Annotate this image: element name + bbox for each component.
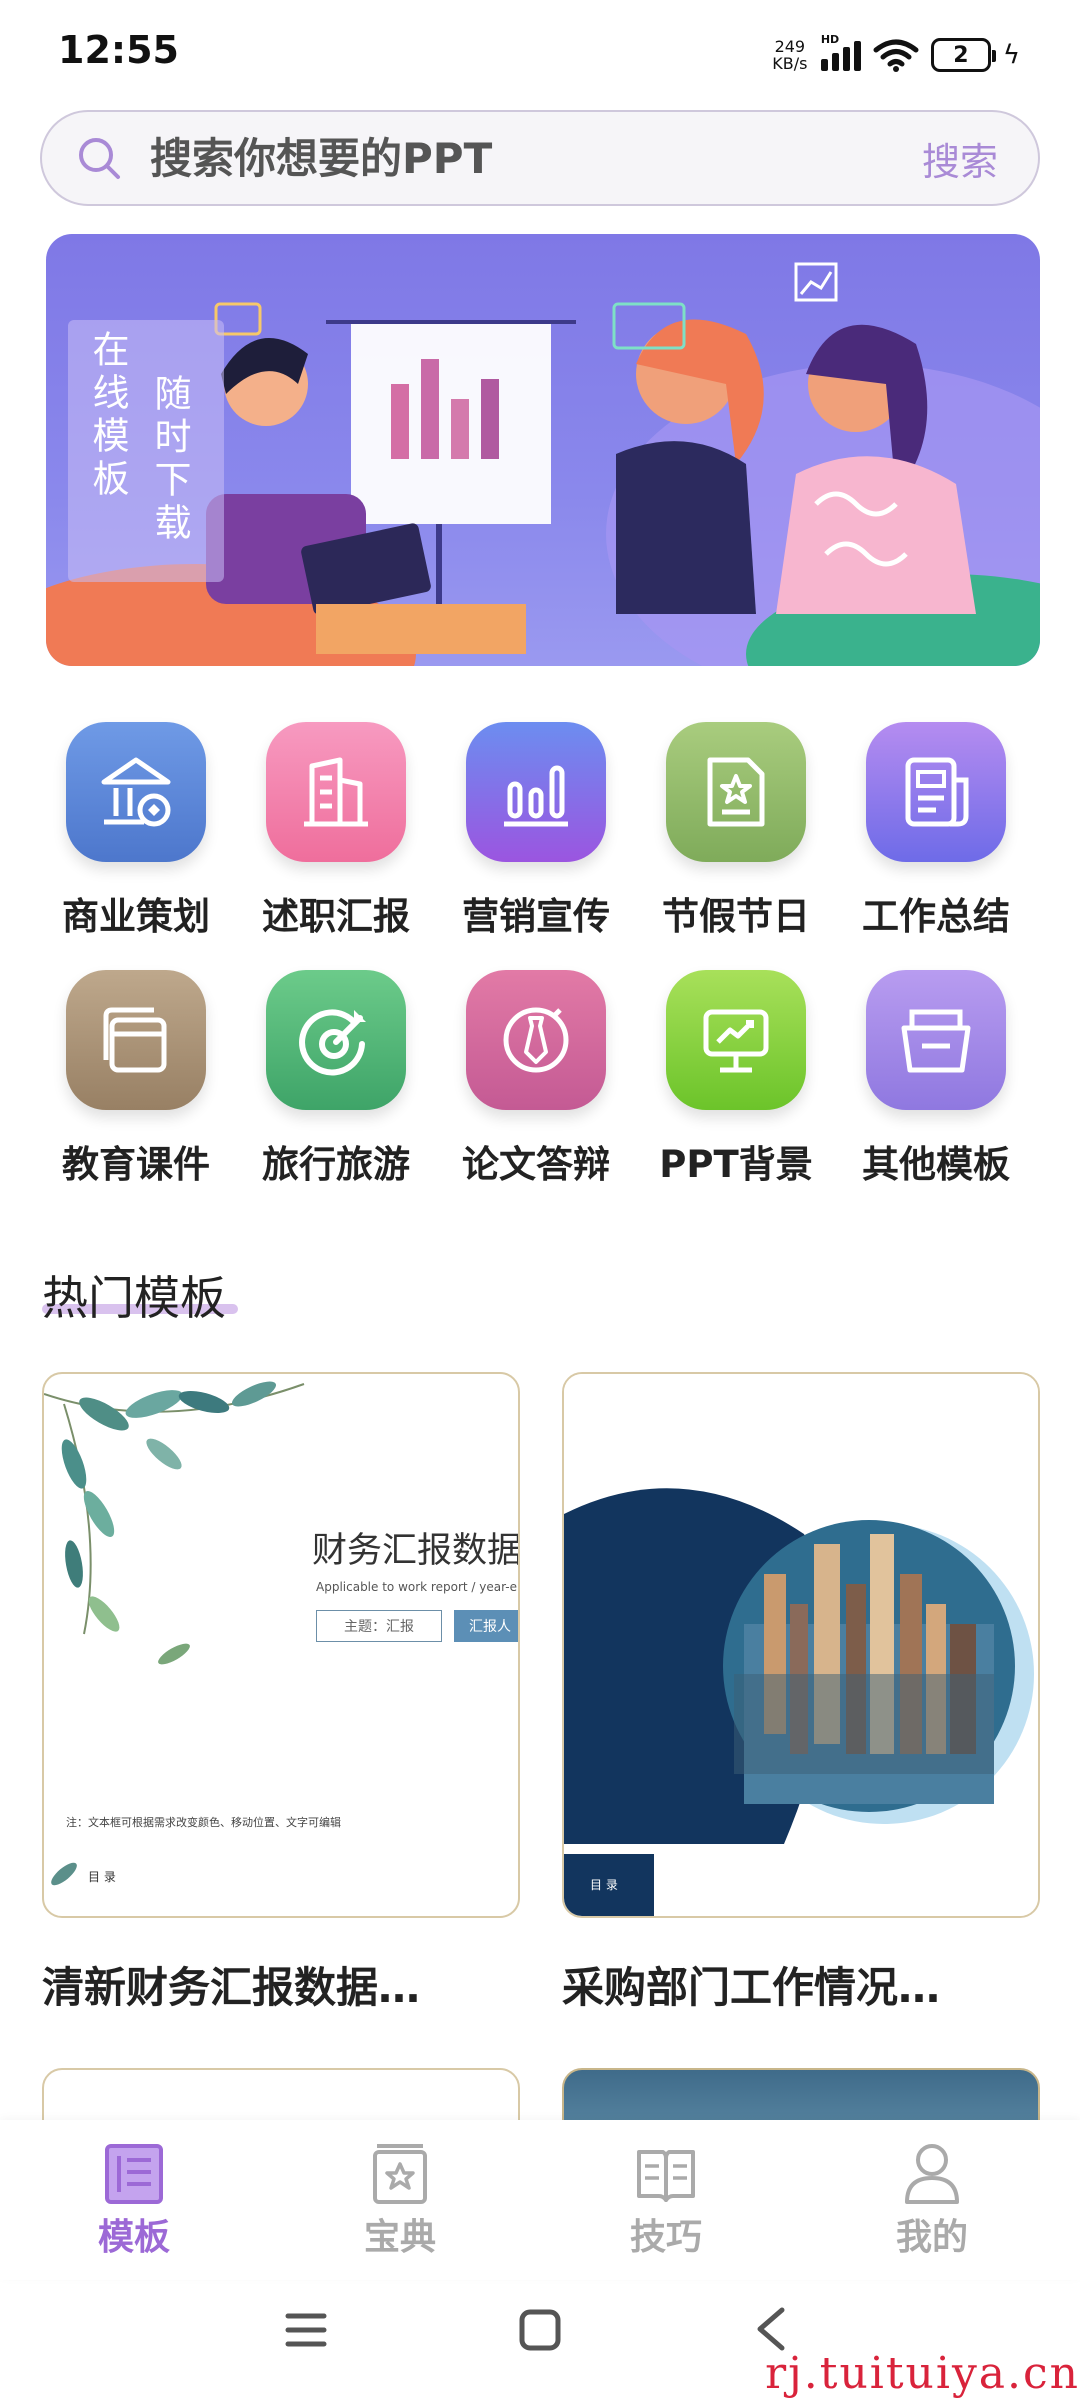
template-thumb-toc: 目 录 xyxy=(88,1870,116,1884)
nav-label: 技巧 xyxy=(629,2217,702,2258)
nav-tab-handbook[interactable]: 宝典 xyxy=(330,2140,470,2260)
template-thumb-title: 财务汇报数据 xyxy=(312,1531,520,1571)
tie-icon xyxy=(466,970,606,1110)
star-document-icon xyxy=(666,722,806,862)
template-thumb-reporter: 汇报人 xyxy=(454,1610,518,1642)
template-thumb-note: 注：文本框可根据需求改变颜色、移动位置、文字可编辑 xyxy=(66,1816,341,1829)
network-speed-value: 249 xyxy=(774,37,806,56)
template-card-thumbnail[interactable]: 目 录 xyxy=(562,1372,1040,1918)
template-card-title[interactable]: 采购部门工作情况… xyxy=(562,1954,940,2015)
search-input[interactable] xyxy=(150,133,922,183)
category-ppt-background[interactable]: PPT背景 xyxy=(636,970,836,1188)
target-icon xyxy=(266,970,406,1110)
category-label: 述职汇报 xyxy=(262,895,410,938)
template-thumb-toc: 目 录 xyxy=(590,1878,618,1892)
template-thumb-subtitle: Applicable to work report / year-end sum… xyxy=(316,1580,518,1594)
category-marketing[interactable]: 营销宣传 xyxy=(436,722,636,940)
nav-label: 宝典 xyxy=(363,2217,436,2258)
charging-icon: ϟ xyxy=(1002,40,1020,70)
network-speed: 249 KB/s xyxy=(771,38,809,72)
category-label: 节假节日 xyxy=(662,895,810,938)
building-icon xyxy=(266,722,406,862)
user-icon xyxy=(905,2144,959,2204)
template-thumb-theme: 主题：汇报 xyxy=(316,1610,442,1642)
battery-icon: 2 xyxy=(930,38,996,72)
category-business-plan[interactable]: 商业策划 xyxy=(36,722,236,940)
search-bar[interactable]: 搜索 xyxy=(40,110,1040,206)
category-label: 工作总结 xyxy=(862,895,1010,938)
category-label: PPT背景 xyxy=(659,1143,813,1186)
category-work-summary[interactable]: 工作总结 xyxy=(836,722,1036,940)
menu-icon[interactable] xyxy=(284,2310,328,2350)
nav-tab-profile[interactable]: 我的 xyxy=(862,2140,1002,2260)
search-button[interactable]: 搜索 xyxy=(922,131,998,186)
template-card-thumbnail[interactable]: 财务汇报数据 Applicable to work report / year-… xyxy=(42,1372,520,1918)
status-icons: 249 KB/s HD 2 ϟ xyxy=(771,30,1020,80)
category-education[interactable]: 教育课件 xyxy=(36,970,236,1188)
battery-level: 2 xyxy=(953,42,969,68)
search-icon xyxy=(79,138,120,179)
nav-tab-templates[interactable]: 模板 xyxy=(64,2140,204,2260)
status-time: 12:55 xyxy=(58,28,179,72)
nav-label: 我的 xyxy=(895,2217,968,2258)
template-card-title[interactable]: 清新财务汇报数据… xyxy=(42,1954,420,2015)
template-list-icon xyxy=(105,2144,163,2204)
category-label: 其他模板 xyxy=(862,1143,1010,1186)
newspaper-icon xyxy=(866,722,1006,862)
category-other-templates[interactable]: 其他模板 xyxy=(836,970,1036,1188)
back-icon[interactable] xyxy=(752,2306,792,2352)
category-label: 旅行旅游 xyxy=(262,1143,410,1186)
category-grid: 商业策划 述职汇报 营销宣传 节假节日 工作总结 教育课件 旅行旅游 论文答辩 … xyxy=(36,722,1044,1188)
network-speed-unit: KB/s xyxy=(772,54,808,73)
category-travel[interactable]: 旅行旅游 xyxy=(236,970,436,1188)
category-work-report[interactable]: 述职汇报 xyxy=(236,722,436,940)
status-bar: 12:55 249 KB/s HD 2 ϟ xyxy=(0,0,1080,104)
banner-tag-line-2: 随时下载 xyxy=(148,374,191,546)
city-illustration xyxy=(564,1374,1038,1916)
hd-label: HD xyxy=(820,33,840,46)
folder-icon xyxy=(866,970,1006,1110)
section-title: 热门模板 xyxy=(42,1271,226,1325)
category-label: 营销宣传 xyxy=(462,895,610,938)
category-label: 论文答辩 xyxy=(462,1143,610,1186)
institution-icon xyxy=(66,722,206,862)
leaf-illustration xyxy=(44,1381,305,1886)
home-icon[interactable] xyxy=(518,2308,562,2352)
bar-chart-icon xyxy=(466,722,606,862)
open-book-icon xyxy=(637,2150,695,2202)
category-thesis-defense[interactable]: 论文答辩 xyxy=(436,970,636,1188)
nav-label: 模板 xyxy=(97,2217,170,2258)
book-star-icon xyxy=(373,2144,427,2204)
wifi-icon xyxy=(873,39,919,72)
category-label: 商业策划 xyxy=(62,895,210,938)
banner[interactable]: 在线模板 随时下载 xyxy=(46,234,1040,666)
banner-tag-line-1: 在线模板 xyxy=(86,330,129,502)
nav-tab-tips[interactable]: 技巧 xyxy=(596,2140,736,2260)
signal-icon: HD xyxy=(820,33,861,71)
category-holidays[interactable]: 节假节日 xyxy=(636,722,836,940)
layers-icon xyxy=(66,970,206,1110)
bottom-nav: 模板 宝典 技巧 我的 xyxy=(0,2120,1080,2280)
watermark: rj.tuituiya.cn xyxy=(765,2348,1080,2399)
category-label: 教育课件 xyxy=(62,1143,210,1186)
presentation-icon xyxy=(666,970,806,1110)
